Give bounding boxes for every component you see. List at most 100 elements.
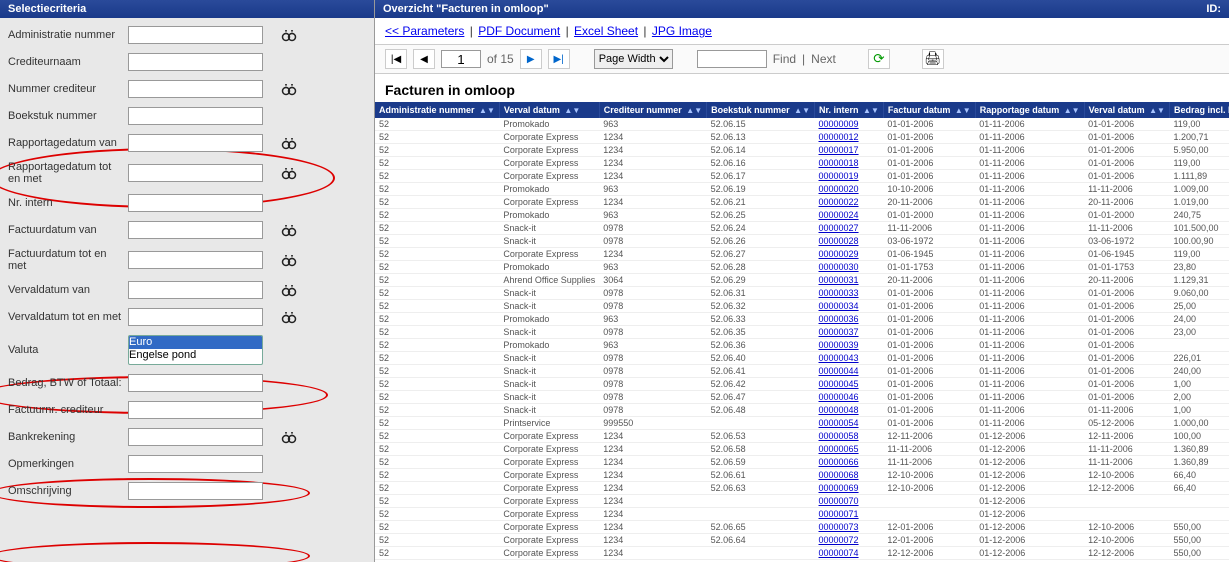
- table-cell: 52: [375, 196, 499, 209]
- print-button[interactable]: 🖨: [922, 49, 944, 69]
- nr-intern-link[interactable]: 00000058: [819, 431, 859, 441]
- text-input[interactable]: [128, 482, 263, 500]
- text-input[interactable]: [128, 107, 263, 125]
- text-input[interactable]: [128, 221, 263, 239]
- nr-intern-link[interactable]: 00000068: [819, 470, 859, 480]
- nr-intern-link[interactable]: 00000019: [819, 171, 859, 181]
- nr-intern-link[interactable]: 00000036: [819, 314, 859, 324]
- text-input[interactable]: [128, 428, 263, 446]
- binoculars-icon[interactable]: [281, 166, 297, 180]
- last-page-button[interactable]: ▶|: [548, 49, 570, 69]
- table-cell: 52.06.27: [707, 248, 815, 261]
- table-row: 52Corporate Express123452.06.27000000290…: [375, 248, 1229, 261]
- text-input[interactable]: [128, 374, 263, 392]
- table-cell: Corporate Express: [499, 456, 599, 469]
- nr-intern-link[interactable]: 00000012: [819, 132, 859, 142]
- zoom-select[interactable]: Page Width: [594, 49, 673, 69]
- nr-intern-link[interactable]: 00000039: [819, 340, 859, 350]
- nr-intern-link[interactable]: 00000044: [819, 366, 859, 376]
- binoculars-icon[interactable]: [281, 82, 297, 96]
- table-cell: 00000074: [815, 547, 884, 560]
- column-header[interactable]: Bedrag incl. BTW ▲▼: [1169, 102, 1229, 118]
- nr-intern-link[interactable]: 00000069: [819, 483, 859, 493]
- next-label[interactable]: Next: [811, 52, 836, 66]
- nr-intern-link[interactable]: 00000045: [819, 379, 859, 389]
- nr-intern-link[interactable]: 00000071: [819, 509, 859, 519]
- table-cell: 03-06-1972: [883, 235, 975, 248]
- column-header[interactable]: Nr. intern ▲▼: [815, 102, 884, 118]
- table-cell: Snack-it: [499, 287, 599, 300]
- nr-intern-link[interactable]: 00000033: [819, 288, 859, 298]
- text-input[interactable]: [128, 134, 263, 152]
- table-cell: 01-01-2006: [883, 339, 975, 352]
- nr-intern-link[interactable]: 00000046: [819, 392, 859, 402]
- find-input[interactable]: [697, 50, 767, 68]
- text-input[interactable]: [128, 401, 263, 419]
- nr-intern-link[interactable]: 00000018: [819, 158, 859, 168]
- column-header[interactable]: Boekstuk nummer ▲▼: [707, 102, 815, 118]
- nr-intern-link[interactable]: 00000074: [819, 548, 859, 558]
- nr-intern-link[interactable]: 00000028: [819, 236, 859, 246]
- table-row: 52Printservice9995500000005401-01-200601…: [375, 417, 1229, 430]
- text-input[interactable]: [128, 308, 263, 326]
- nr-intern-link[interactable]: 00000029: [819, 249, 859, 259]
- refresh-button[interactable]: ⟳: [868, 49, 890, 69]
- jpg-link[interactable]: JPG Image: [652, 24, 712, 38]
- binoculars-icon[interactable]: [281, 253, 297, 267]
- text-input[interactable]: [128, 251, 263, 269]
- nr-intern-link[interactable]: 00000043: [819, 353, 859, 363]
- binoculars-icon[interactable]: [281, 223, 297, 237]
- prev-page-button[interactable]: ◀: [413, 49, 435, 69]
- binoculars-icon[interactable]: [281, 136, 297, 150]
- text-input[interactable]: [128, 164, 263, 182]
- text-input[interactable]: [128, 194, 263, 212]
- nr-intern-link[interactable]: 00000034: [819, 301, 859, 311]
- column-header[interactable]: Rapportage datum ▲▼: [975, 102, 1084, 118]
- nr-intern-link[interactable]: 00000031: [819, 275, 859, 285]
- column-header[interactable]: Crediteur nummer ▲▼: [599, 102, 706, 118]
- nr-intern-link[interactable]: 00000009: [819, 119, 859, 129]
- nr-intern-link[interactable]: 00000070: [819, 496, 859, 506]
- binoculars-icon[interactable]: [281, 28, 297, 42]
- nr-intern-link[interactable]: 00000054: [819, 418, 859, 428]
- valuta-select[interactable]: EuroEngelse pond: [128, 335, 263, 365]
- table-cell: 52.06.13: [707, 131, 815, 144]
- page-number-input[interactable]: [441, 50, 481, 68]
- nr-intern-link[interactable]: 00000066: [819, 457, 859, 467]
- column-header[interactable]: Verval datum ▲▼: [1084, 102, 1169, 118]
- table-cell: 52: [375, 157, 499, 170]
- nr-intern-link[interactable]: 00000017: [819, 145, 859, 155]
- nr-intern-link[interactable]: 00000027: [819, 223, 859, 233]
- binoculars-icon[interactable]: [281, 283, 297, 297]
- text-input[interactable]: [128, 281, 263, 299]
- table-scroll[interactable]: Administratie nummer ▲▼Verval datum ▲▼Cr…: [375, 102, 1229, 562]
- parameters-link[interactable]: << Parameters: [385, 24, 464, 38]
- binoculars-icon[interactable]: [281, 430, 297, 444]
- excel-link[interactable]: Excel Sheet: [574, 24, 638, 38]
- next-page-button[interactable]: ▶: [520, 49, 542, 69]
- nr-intern-link[interactable]: 00000030: [819, 262, 859, 272]
- form-row: Administratie nummer: [8, 26, 366, 44]
- nr-intern-link[interactable]: 00000065: [819, 444, 859, 454]
- table-cell: 01-11-2006: [975, 365, 1084, 378]
- text-input[interactable]: [128, 26, 263, 44]
- column-header[interactable]: Administratie nummer ▲▼: [375, 102, 499, 118]
- text-input[interactable]: [128, 80, 263, 98]
- text-input[interactable]: [128, 455, 263, 473]
- first-page-button[interactable]: |◀: [385, 49, 407, 69]
- nr-intern-link[interactable]: 00000072: [819, 535, 859, 545]
- nr-intern-link[interactable]: 00000020: [819, 184, 859, 194]
- nr-intern-link[interactable]: 00000073: [819, 522, 859, 532]
- nr-intern-link[interactable]: 00000022: [819, 197, 859, 207]
- table-cell: 52: [375, 443, 499, 456]
- column-header[interactable]: Verval datum ▲▼: [499, 102, 599, 118]
- find-label[interactable]: Find: [773, 52, 796, 66]
- text-input[interactable]: [128, 53, 263, 71]
- table-cell: [707, 547, 815, 560]
- nr-intern-link[interactable]: 00000037: [819, 327, 859, 337]
- nr-intern-link[interactable]: 00000024: [819, 210, 859, 220]
- binoculars-icon[interactable]: [281, 310, 297, 324]
- nr-intern-link[interactable]: 00000048: [819, 405, 859, 415]
- pdf-link[interactable]: PDF Document: [478, 24, 560, 38]
- column-header[interactable]: Factuur datum ▲▼: [883, 102, 975, 118]
